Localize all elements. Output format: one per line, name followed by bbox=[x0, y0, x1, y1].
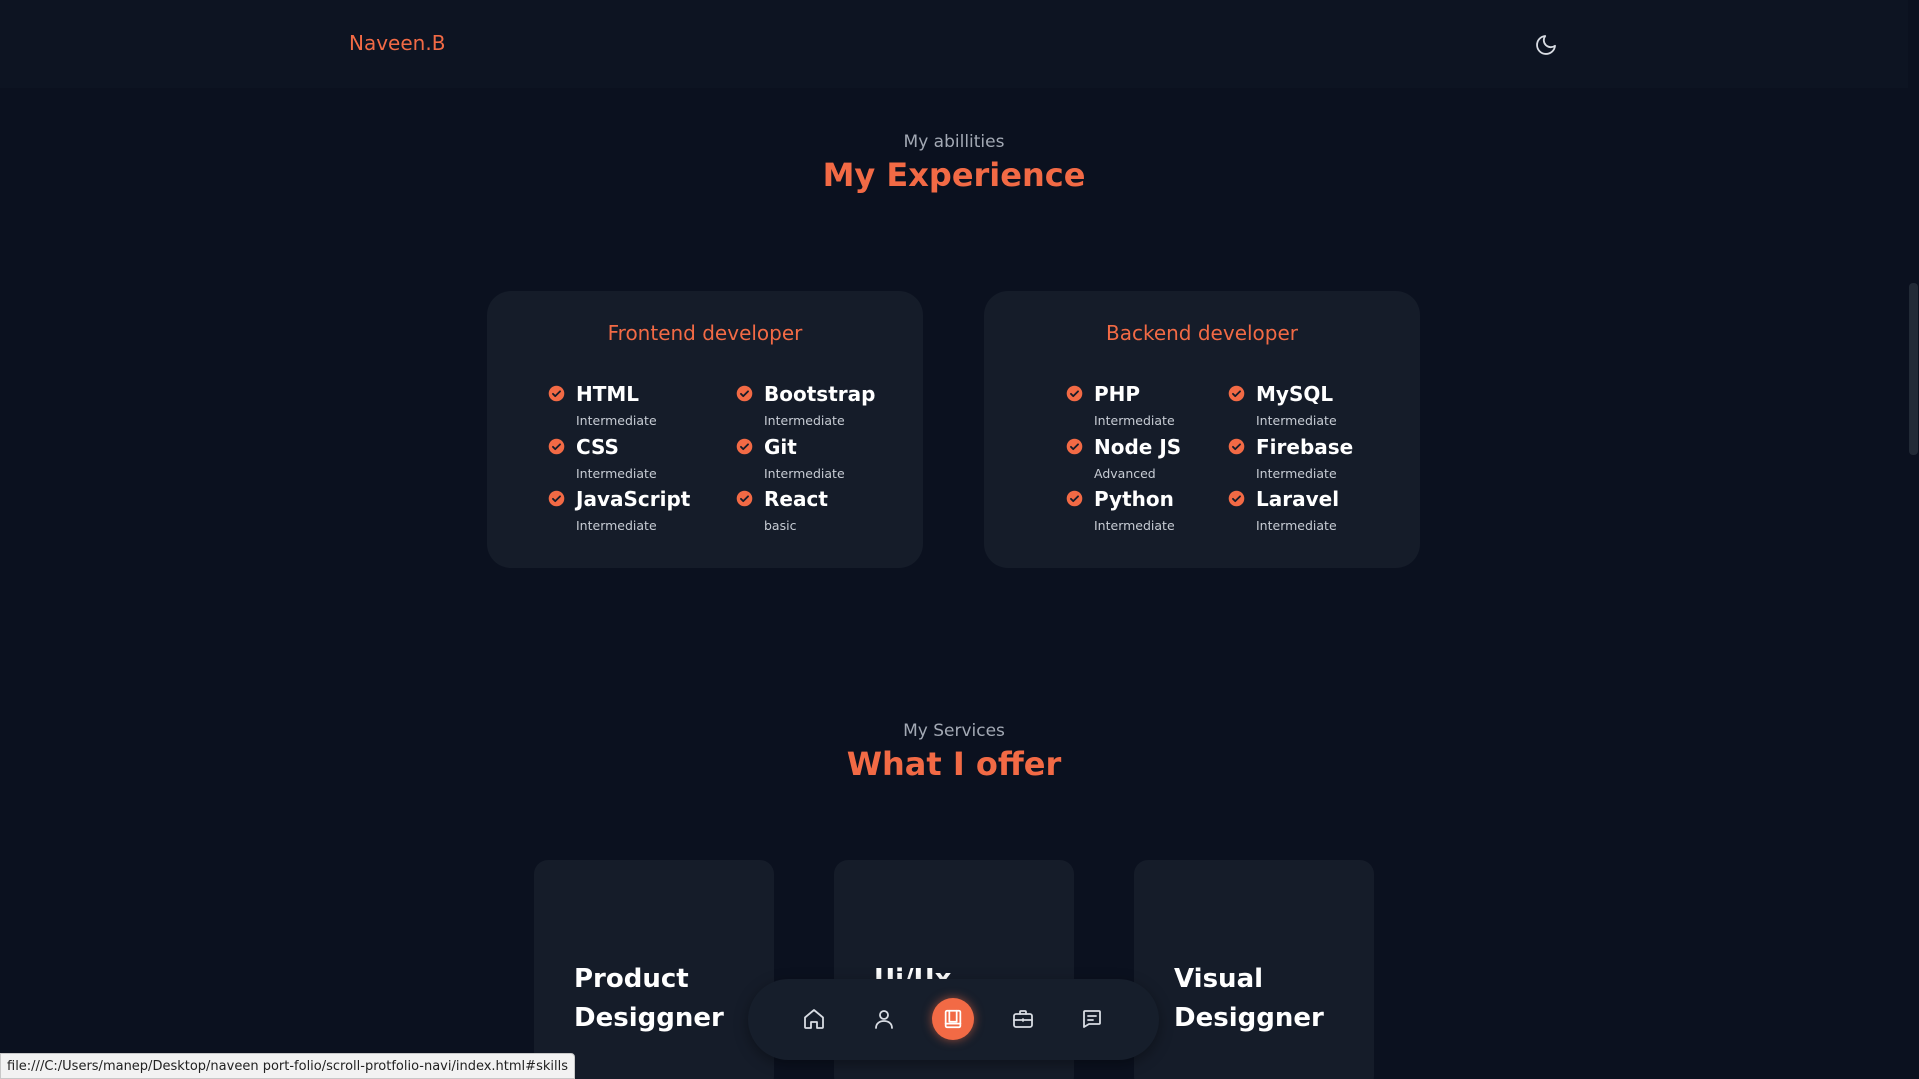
check-circle-icon bbox=[548, 385, 565, 402]
briefcase-icon bbox=[1013, 1010, 1033, 1028]
skill-level: Intermediate bbox=[764, 466, 845, 481]
nav-home[interactable] bbox=[793, 998, 835, 1040]
skill-level: Intermediate bbox=[1094, 518, 1175, 533]
skill-name: Git bbox=[764, 435, 797, 459]
service-title: Visual Desiggner bbox=[1174, 964, 1324, 1033]
nav-skills[interactable] bbox=[932, 998, 974, 1040]
backend-card-title: Backend developer bbox=[1105, 321, 1299, 345]
skill-name: Firebase bbox=[1256, 435, 1354, 459]
check-circle-icon bbox=[1066, 490, 1083, 507]
skill-level: Intermediate bbox=[1256, 466, 1337, 481]
skill-level: Intermediate bbox=[1256, 413, 1337, 428]
frontend-card-title: Frontend developer bbox=[607, 321, 803, 345]
check-circle-icon bbox=[736, 385, 753, 402]
home-icon bbox=[804, 1009, 824, 1029]
nav-about[interactable] bbox=[863, 998, 905, 1040]
service-card-product-designer: Product Desiggner bbox=[534, 860, 774, 1079]
check-circle-icon bbox=[1228, 385, 1245, 402]
logo-link[interactable]: Naveen.B bbox=[349, 31, 445, 55]
check-circle-icon bbox=[1228, 490, 1245, 507]
services-title: What I offer bbox=[846, 745, 1062, 783]
user-icon bbox=[875, 1010, 893, 1029]
skill-level: Intermediate bbox=[576, 518, 657, 533]
skill-level: Intermediate bbox=[1256, 518, 1337, 533]
experience-subtitle: My abillities bbox=[903, 132, 1005, 152]
backend-card: Backend developer PHP Intermediate Node … bbox=[984, 291, 1420, 568]
skill-name: Python bbox=[1094, 487, 1174, 511]
skill-name: MySQL bbox=[1256, 382, 1334, 406]
service-card-visual-designer: Visual Desiggner bbox=[1134, 860, 1374, 1079]
experience-title: My Experience bbox=[822, 156, 1086, 194]
skill-name: Laravel bbox=[1256, 487, 1340, 511]
moon-icon bbox=[1536, 35, 1556, 55]
nav-contact[interactable] bbox=[1071, 998, 1113, 1040]
nav-services[interactable] bbox=[1002, 998, 1044, 1040]
check-circle-icon bbox=[548, 438, 565, 455]
skill-level: Intermediate bbox=[576, 466, 657, 481]
skill-name: JavaScript bbox=[576, 487, 691, 511]
services-subtitle: My Services bbox=[903, 721, 1005, 741]
skill-level: Intermediate bbox=[576, 413, 657, 428]
check-circle-icon bbox=[1066, 385, 1083, 402]
check-circle-icon bbox=[1066, 438, 1083, 455]
skill-name: CSS bbox=[576, 435, 619, 459]
check-circle-icon bbox=[736, 438, 753, 455]
service-title: Product Desiggner bbox=[574, 964, 724, 1033]
skill-level: Intermediate bbox=[764, 413, 845, 428]
check-circle-icon bbox=[1228, 438, 1245, 455]
header: Naveen.B bbox=[0, 0, 1908, 88]
frontend-card: Frontend developer HTML Intermediate CSS… bbox=[487, 291, 923, 568]
portfolio-page: Naveen.B My abillities My Experience Fro… bbox=[0, 0, 1919, 1079]
message-icon bbox=[1083, 1010, 1101, 1028]
theme-toggle-button[interactable] bbox=[1531, 30, 1561, 60]
check-circle-icon bbox=[548, 490, 565, 507]
skill-name: Node JS bbox=[1094, 435, 1182, 459]
skill-level: Intermediate bbox=[1094, 413, 1175, 428]
skill-name: React bbox=[764, 487, 828, 511]
skill-name: Bootstrap bbox=[764, 382, 876, 406]
bottom-nav bbox=[748, 979, 1159, 1060]
skill-level: basic bbox=[764, 518, 797, 533]
book-icon bbox=[944, 1009, 962, 1029]
scrollbar-thumb[interactable] bbox=[1909, 283, 1918, 455]
skill-level: Advanced bbox=[1094, 466, 1156, 481]
status-bar-url: file:///C:/Users/manep/Desktop/naveen po… bbox=[0, 1053, 575, 1079]
skill-name: PHP bbox=[1094, 382, 1141, 406]
check-circle-icon bbox=[736, 490, 753, 507]
scrollbar-track[interactable] bbox=[1908, 0, 1919, 1079]
skill-name: HTML bbox=[576, 382, 640, 406]
